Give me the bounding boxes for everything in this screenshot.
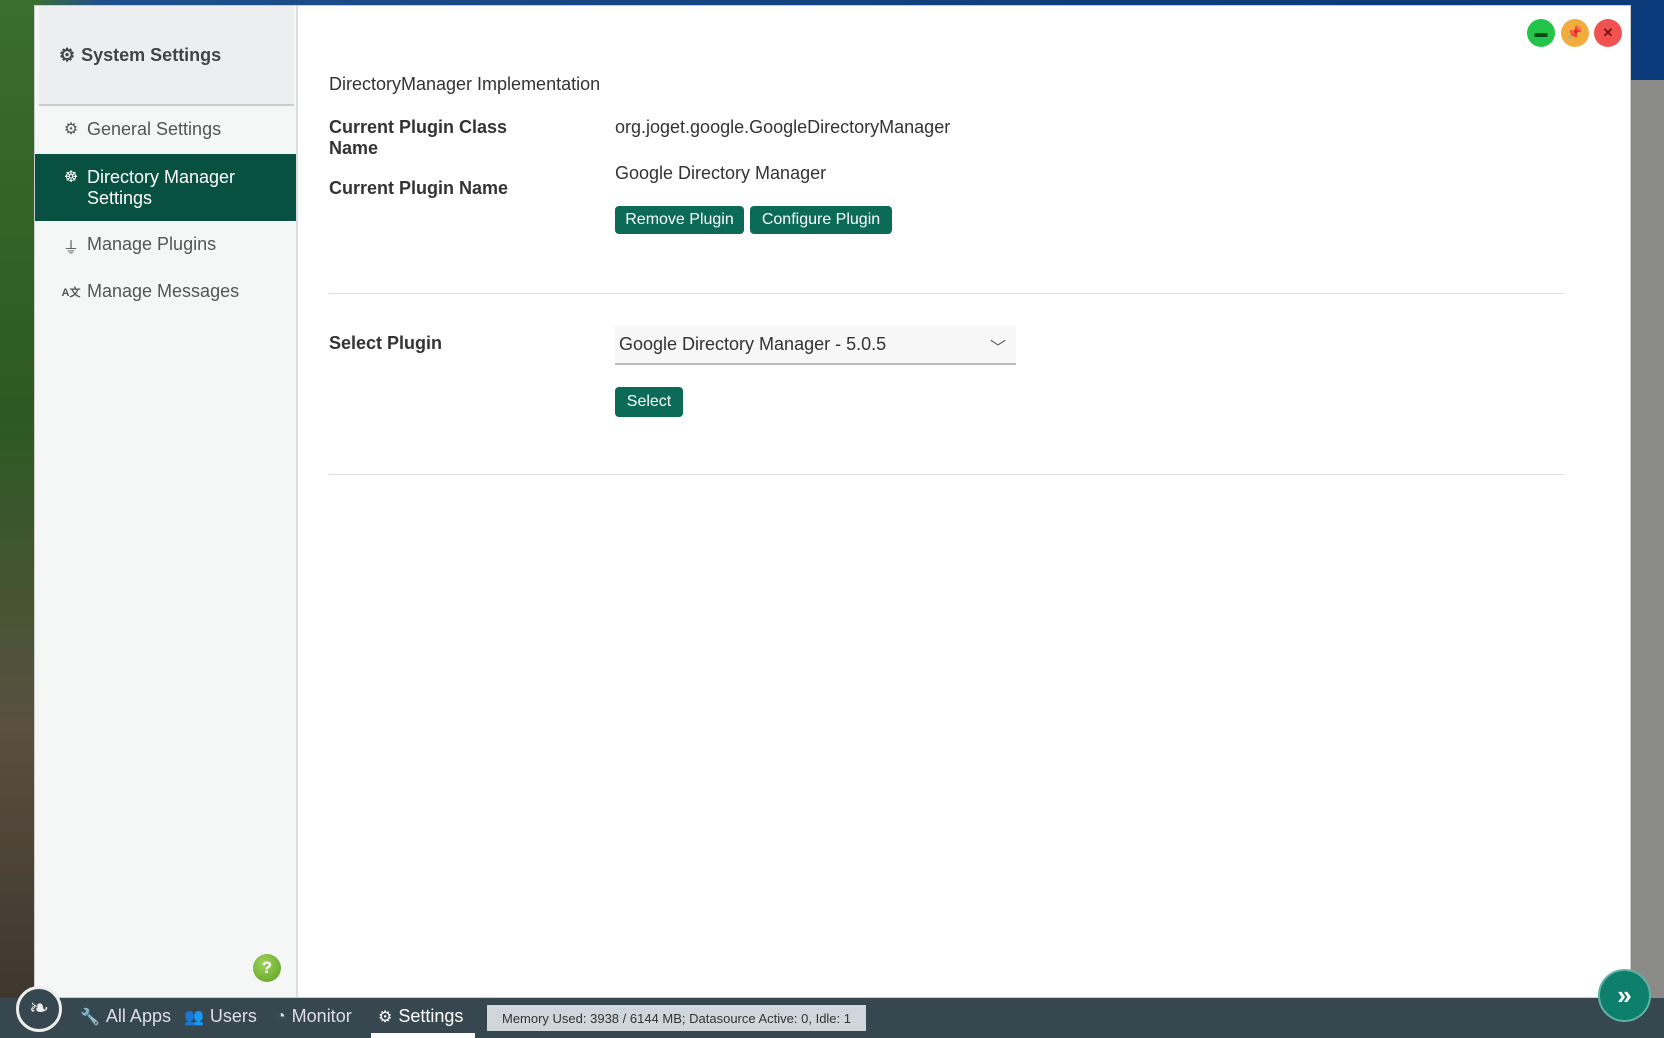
nav-label: All Apps [105, 1006, 171, 1026]
joget-logo[interactable]: ❧ [16, 986, 62, 1032]
desktop-background-right [1631, 80, 1664, 1000]
sidebar-item-general-settings[interactable]: ⚙ General Settings [35, 119, 296, 140]
nav-monitor[interactable]: ◔ Monitor [276, 1006, 352, 1027]
configure-plugin-button[interactable]: Configure Plugin [750, 206, 892, 234]
sidebar: ⚙ System Settings ⚙ General Settings ☸ Dire… [35, 6, 298, 997]
chevron-down-icon: ﹀ [989, 340, 1006, 357]
plug-icon: ⏚ [62, 240, 79, 257]
nav-label: Users [209, 1006, 257, 1026]
plugin-select[interactable]: Google Directory Manager - 5.0.5 ﹀ [615, 326, 1016, 365]
sidebar-item-manage-messages[interactable]: A文 Manage Messages [35, 281, 296, 302]
expand-button[interactable]: » [1598, 969, 1651, 1022]
gears-icon: ⚙ [378, 1008, 393, 1026]
nav-settings[interactable]: ⚙ Settings [378, 1006, 463, 1027]
gears-icon: ⚙ [59, 44, 76, 65]
nav-all-apps[interactable]: 🔧 All Apps [80, 1006, 171, 1027]
plugin-name-label: Current Plugin Name [329, 178, 509, 198]
sidebar-item-label: Manage Messages [87, 281, 240, 301]
divider [329, 474, 1565, 475]
maximize-button[interactable]: ▬ [1527, 19, 1555, 47]
select-plugin-label: Select Plugin [329, 333, 443, 353]
sidebar-item-label: Directory Manager Settings [87, 167, 236, 208]
section-title: DirectoryManager Implementation [329, 74, 601, 94]
nav-label: Monitor [291, 1006, 352, 1026]
pin-button[interactable]: 📌 [1561, 19, 1589, 47]
settings-window: ⚙ System Settings ⚙ General Settings ☸ Dire… [34, 5, 1631, 998]
wrench-icon: 🔧 [80, 1008, 100, 1026]
nav-label: Settings [398, 1006, 464, 1026]
sidebar-item-manage-plugins[interactable]: ⏚ Manage Plugins [35, 234, 296, 258]
dashboard-icon: ◔ [276, 1007, 286, 1025]
main-content: DirectoryManager Implementation Current … [329, 6, 1630, 997]
gear-icon: ⚙ [63, 121, 79, 138]
sidebar-header: ⚙ System Settings [39, 6, 294, 106]
remove-plugin-button[interactable]: Remove Plugin [615, 206, 744, 234]
divider [329, 293, 1565, 294]
close-button[interactable]: ✕ [1594, 19, 1622, 47]
class-name-value: org.joget.google.GoogleDirectoryManager [615, 117, 951, 137]
nav-users[interactable]: 👥 Users [184, 1006, 257, 1027]
plugin-select-value: Google Directory Manager - 5.0.5 [619, 334, 887, 354]
memory-status: Memory Used: 3938 / 6144 MB; Datasource … [487, 1005, 866, 1031]
sidebar-title: System Settings [81, 44, 222, 65]
sidebar-item-directory-manager-settings[interactable]: ☸ Directory Manager Settings [35, 154, 296, 221]
plugin-name-value: Google Directory Manager [615, 163, 827, 183]
active-nav-indicator [371, 1033, 475, 1038]
sidebar-item-label: Manage Plugins [87, 234, 217, 254]
select-button[interactable]: Select [615, 387, 683, 417]
help-button[interactable]: ? [253, 954, 281, 982]
users-icon: 👥 [184, 1008, 204, 1026]
class-name-label: Current Plugin Class Name [329, 117, 508, 158]
users-cog-icon: ☸ [63, 169, 79, 186]
sidebar-item-label: General Settings [87, 119, 222, 139]
language-icon: A文 [61, 287, 81, 299]
